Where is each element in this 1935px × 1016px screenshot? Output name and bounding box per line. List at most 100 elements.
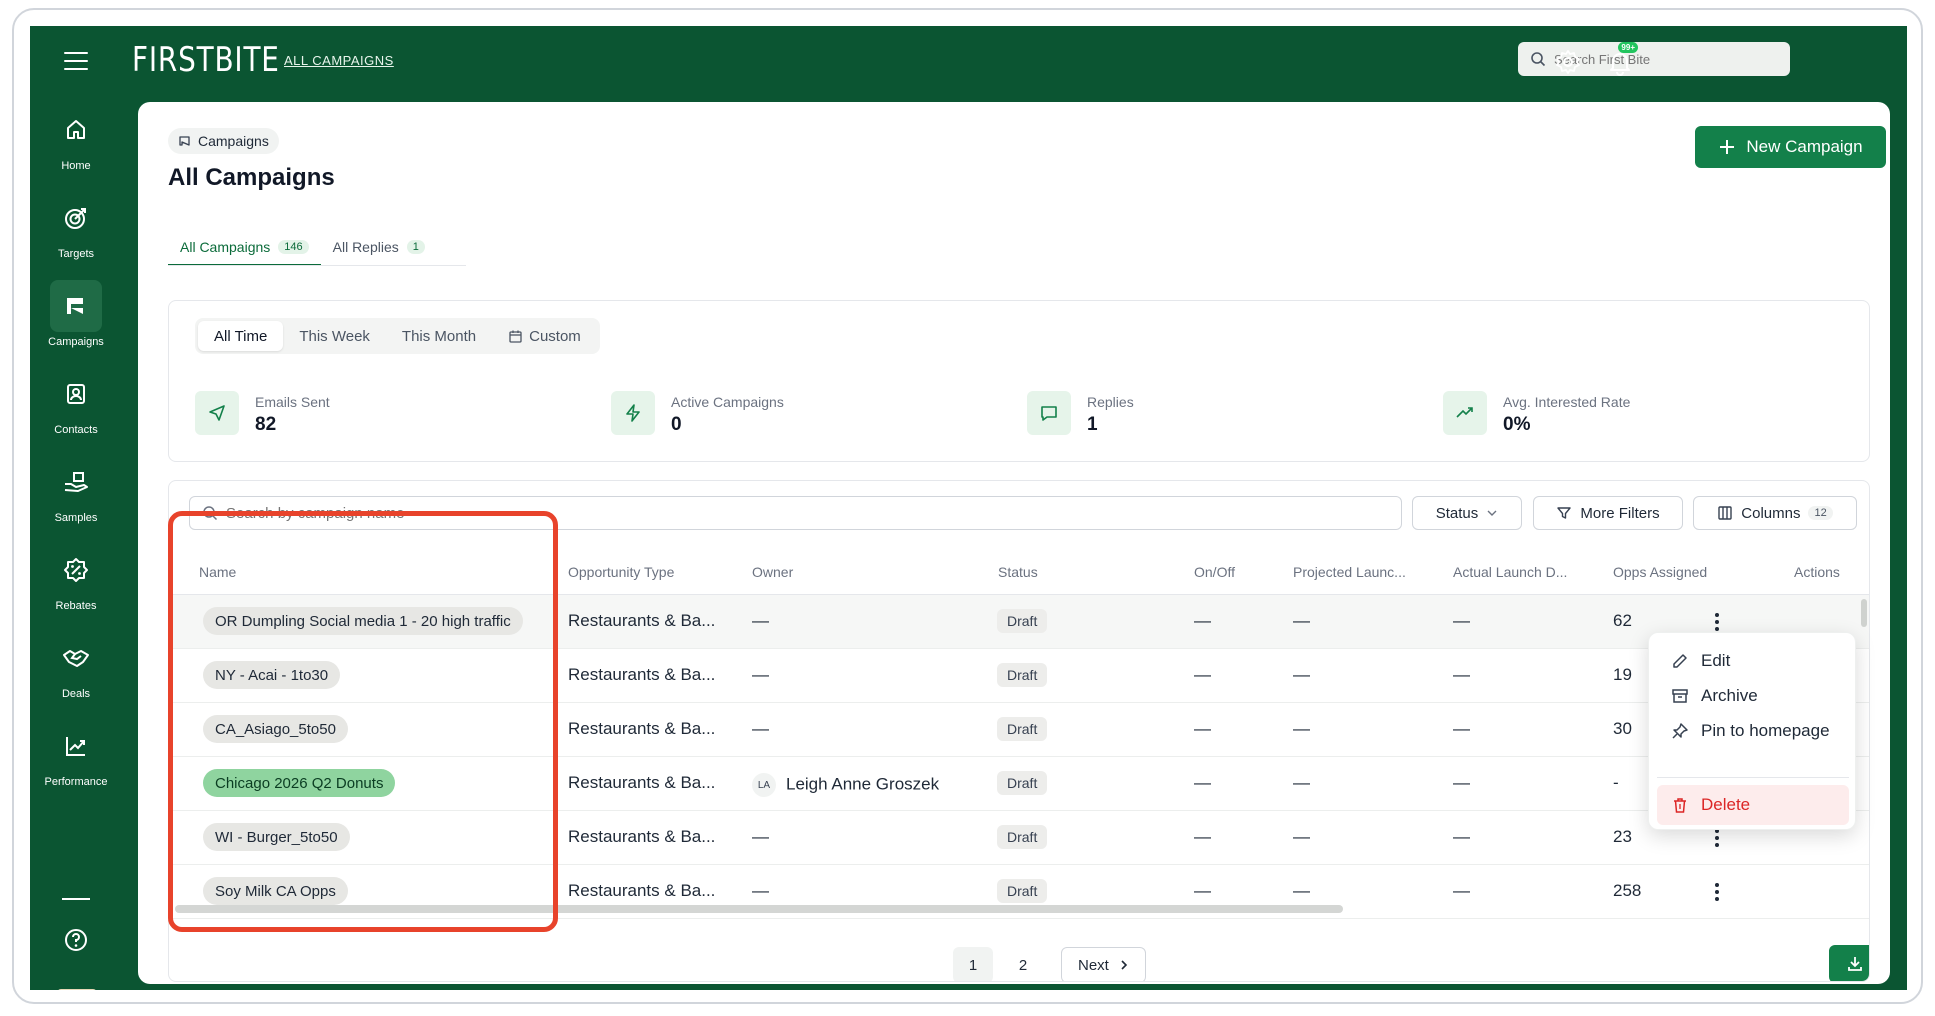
search-icon — [1531, 52, 1546, 67]
column-header-on-off[interactable]: On/Off — [1194, 564, 1235, 580]
chart-up-icon — [66, 737, 85, 756]
sidebar-item-label: Targets — [57, 248, 95, 260]
campaign-name-pill[interactable]: Chicago 2026 Q2 Donuts — [203, 769, 396, 797]
more-filters-button[interactable]: More Filters — [1533, 496, 1683, 530]
help-circle-icon — [65, 929, 87, 951]
chat-bubble-icon — [1041, 406, 1057, 421]
menu-item-archive[interactable]: Archive — [1657, 676, 1849, 716]
tab-count-badge: 146 — [278, 240, 309, 254]
columns-icon — [1718, 506, 1732, 520]
column-header-projected-launch[interactable]: Projected Launc... — [1293, 564, 1406, 580]
tab-all-campaigns[interactable]: All Campaigns 146 — [168, 230, 321, 266]
top-bar: FIRSTBITE ALL CAMPAIGNS 99+ — [30, 26, 1907, 96]
breadcrumb-all-campaigns[interactable]: ALL CAMPAIGNS — [284, 53, 394, 68]
cell-actual-launch: — — [1453, 719, 1470, 738]
column-header-actual-launch[interactable]: Actual Launch D... — [1453, 564, 1567, 580]
breadcrumb-chip[interactable]: Campaigns — [168, 128, 279, 154]
cell-on-off: — — [1194, 827, 1211, 846]
cell-actual-launch: — — [1453, 611, 1470, 630]
range-all-time[interactable]: All Time — [198, 321, 284, 351]
sidebar-item-samples[interactable]: Samples — [30, 456, 122, 524]
menu-item-pin-to-homepage[interactable]: Pin to homepage — [1657, 711, 1849, 751]
percent-badge-icon — [64, 558, 88, 582]
stat-active-campaigns: Active Campaigns 0 — [611, 391, 784, 436]
status-filter-dropdown[interactable]: Status — [1412, 496, 1522, 530]
sidebar-item-campaigns[interactable]: Campaigns — [30, 280, 122, 348]
archive-box-icon — [1672, 689, 1688, 703]
cell-on-off: — — [1194, 665, 1211, 684]
cell-owner: — — [752, 611, 769, 630]
row-actions-kebab-icon[interactable] — [1707, 880, 1727, 904]
status-badge: Draft — [997, 609, 1048, 633]
cell-opportunity-type: Restaurants & Ba... — [568, 719, 716, 738]
sidebar-item-deals[interactable]: Deals — [30, 632, 122, 700]
contact-card-icon — [67, 384, 85, 404]
help-button[interactable] — [30, 914, 122, 966]
search-icon — [203, 506, 218, 521]
sidebar-item-targets[interactable]: Targets — [30, 192, 122, 260]
campaign-search[interactable] — [189, 496, 1402, 530]
column-header-status[interactable]: Status — [998, 564, 1038, 580]
column-header-name[interactable]: Name — [199, 564, 236, 580]
trending-up-icon — [1456, 407, 1473, 418]
next-page-button[interactable]: Next — [1061, 947, 1146, 981]
campaign-name-pill[interactable]: CA_Asiago_5to50 — [203, 715, 348, 743]
column-header-owner[interactable]: Owner — [752, 564, 793, 580]
page-2-button[interactable]: 2 — [1003, 947, 1043, 981]
sidebar-item-label: Deals — [61, 688, 91, 700]
download-button[interactable] — [1829, 945, 1869, 981]
tab-all-replies[interactable]: All Replies 1 — [321, 230, 437, 266]
horizontal-scrollbar[interactable] — [175, 905, 1343, 913]
sidebar-item-label: Home — [61, 160, 91, 172]
company-avatar[interactable] — [57, 989, 97, 990]
campaign-name-pill[interactable]: OR Dumpling Social media 1 - 20 high tra… — [203, 607, 523, 635]
cell-opps-assigned: 62 — [1613, 611, 1632, 630]
sidebar-item-performance[interactable]: Performance — [30, 720, 122, 788]
range-this-week[interactable]: This Week — [283, 321, 386, 351]
app-logo: FIRSTBITE — [132, 40, 280, 80]
menu-item-delete[interactable]: Delete — [1657, 785, 1849, 825]
row-actions-kebab-icon[interactable] — [1707, 610, 1727, 634]
campaign-search-input[interactable] — [226, 504, 1326, 522]
calendar-icon — [509, 330, 522, 343]
settings-gear-icon[interactable] — [1554, 48, 1582, 76]
stat-value: 0 — [671, 414, 682, 435]
stat-replies: Replies 1 — [1027, 391, 1134, 436]
cell-opportunity-type: Restaurants & Ba... — [568, 611, 716, 630]
notifications-bell-icon[interactable]: 99+ — [1606, 42, 1638, 76]
app-shell: FIRSTBITE ALL CAMPAIGNS 99+ Home Targets… — [30, 26, 1907, 990]
column-header-opps-assigned[interactable]: Opps Assigned — [1613, 564, 1707, 580]
cell-projected-launch: — — [1293, 611, 1310, 630]
sidebar-item-label: Contacts — [54, 424, 98, 436]
campaign-name-pill[interactable]: WI - Burger_5to50 — [203, 823, 350, 851]
cell-on-off: — — [1194, 773, 1211, 792]
range-custom[interactable]: Custom — [492, 321, 597, 351]
sidebar-item-contacts[interactable]: Contacts — [30, 368, 122, 436]
stat-label: Avg. Interested Rate — [1503, 394, 1631, 410]
new-campaign-button[interactable]: New Campaign — [1695, 126, 1886, 168]
menu-toggle-icon[interactable] — [64, 52, 88, 70]
hand-box-icon — [64, 472, 88, 492]
page-1-button[interactable]: 1 — [953, 947, 993, 981]
stat-value: 0% — [1503, 414, 1531, 435]
vertical-scrollbar[interactable] — [1861, 599, 1867, 627]
menu-divider — [1657, 777, 1849, 778]
campaign-name-pill[interactable]: Soy Milk CA Opps — [203, 877, 348, 905]
columns-button[interactable]: Columns 12 — [1693, 496, 1857, 530]
table-row[interactable]: WI - Burger_5to50 Restaurants & Ba... — … — [169, 811, 1869, 865]
global-search-input[interactable] — [1554, 51, 1774, 67]
table-row[interactable]: OR Dumpling Social media 1 - 20 high tra… — [169, 595, 1869, 649]
table-row[interactable]: CA_Asiago_5to50 Restaurants & Ba... — Dr… — [169, 703, 1869, 757]
more-filters-label: More Filters — [1580, 504, 1660, 522]
cell-opps-assigned: 19 — [1613, 665, 1632, 684]
table-row[interactable]: NY - Acai - 1to30 Restaurants & Ba... — … — [169, 649, 1869, 703]
cell-owner: — — [752, 827, 769, 846]
column-header-opportunity-type[interactable]: Opportunity Type — [568, 564, 674, 580]
range-this-month[interactable]: This Month — [386, 321, 492, 351]
table-row[interactable]: Chicago 2026 Q2 Donuts Restaurants & Ba.… — [169, 757, 1869, 811]
sidebar-item-rebates[interactable]: Rebates — [30, 544, 122, 612]
sidebar-item-home[interactable]: Home — [30, 104, 122, 172]
campaign-name-pill[interactable]: NY - Acai - 1to30 — [203, 661, 341, 689]
menu-item-label: Edit — [1701, 651, 1731, 670]
menu-item-edit[interactable]: Edit — [1657, 641, 1849, 681]
